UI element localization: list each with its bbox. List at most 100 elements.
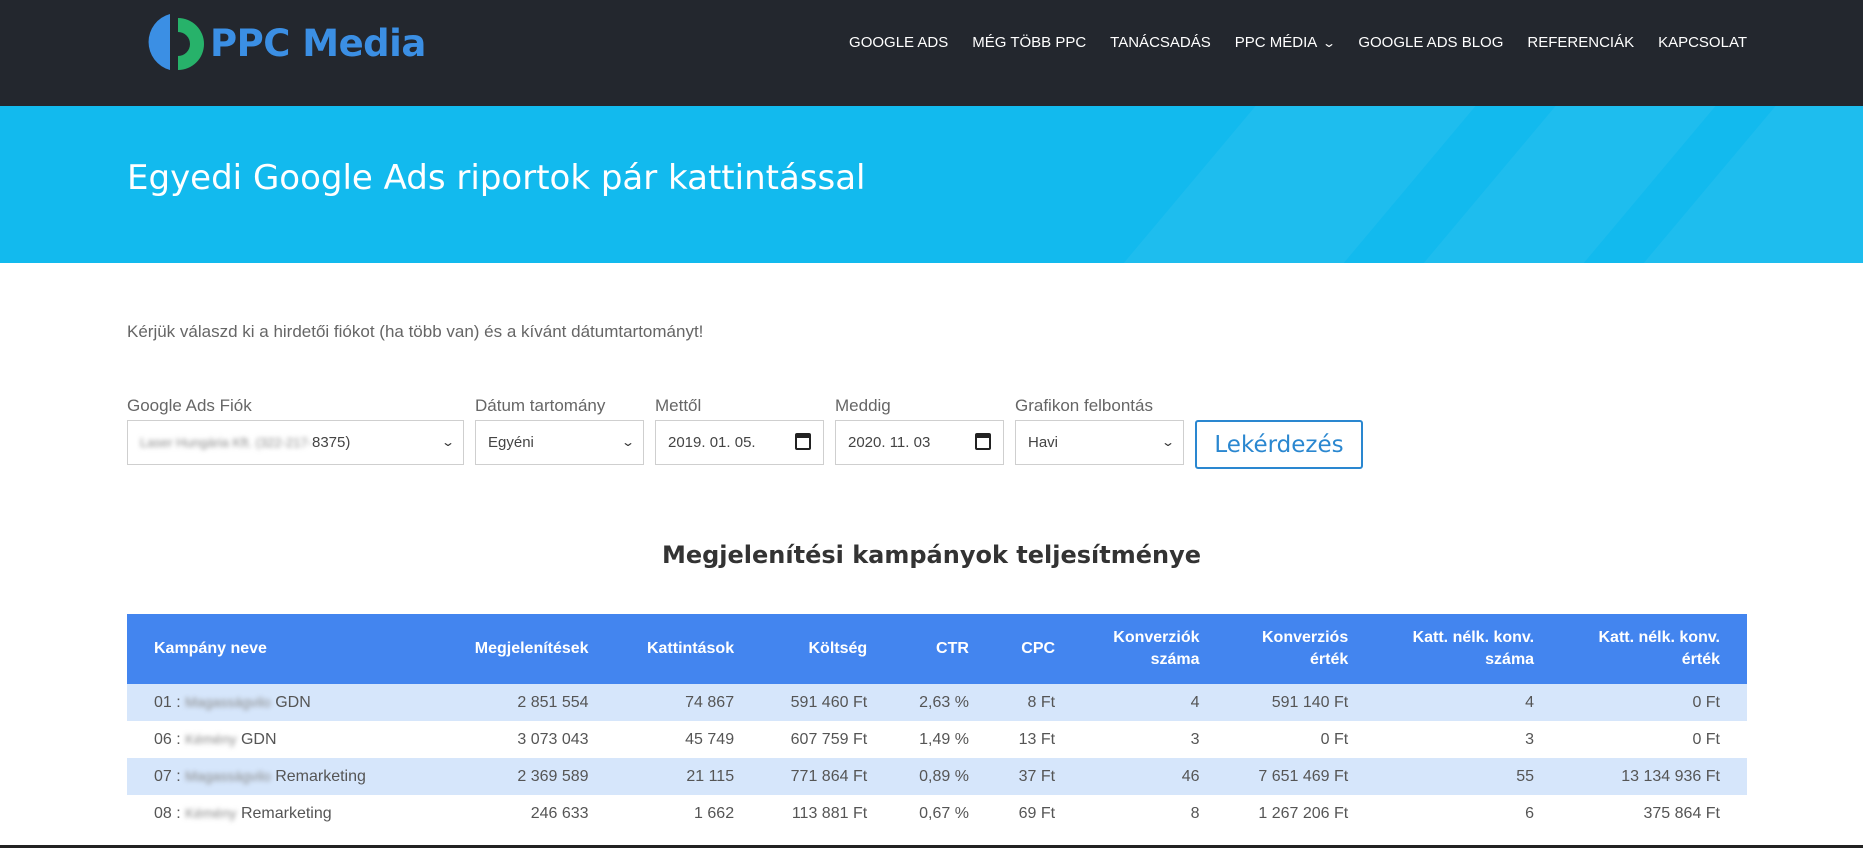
to-date-field: Meddig 2020. 11. 03 [835, 396, 1004, 465]
column-header-line2: érték [1309, 651, 1349, 668]
table-row: 06 : Kémény GDN 3 073 043 45 749 607 759 Ft… [127, 721, 1747, 758]
table-cell: 55 [1516, 767, 1535, 785]
calendar-icon[interactable] [975, 433, 991, 450]
campaign-table: Kampány neve Megjelenítések Kattintások Köl… [127, 614, 1747, 832]
range-value: Egyéni [488, 434, 534, 451]
table-cell: 0 Ft [1692, 730, 1720, 748]
table-cell: 3 [1190, 730, 1200, 748]
campaign-name-cell: 06 : Kémény GDN [127, 721, 439, 758]
campaign-name-suffix: GDN [270, 693, 311, 711]
table-cell: 3 [1525, 730, 1535, 748]
campaign-name-suffix: Remarketing [236, 804, 332, 822]
table-cell: 8 Ft [1027, 693, 1056, 711]
resolution-select[interactable]: Havi ⌄ [1015, 420, 1184, 465]
table-cell: 0,89 % [919, 767, 969, 785]
resolution-field: Grafikon felbontás Havi ⌄ [1015, 396, 1184, 465]
resolution-value: Havi [1028, 434, 1059, 451]
table-row: 08 : Kémény Remarketing 246 633 1 662 113 8… [127, 795, 1747, 832]
column-header-line1: CPC [1021, 640, 1056, 657]
column-header: Konverziós érték [1227, 614, 1376, 684]
campaign-name-prefix: 06 : [154, 730, 186, 748]
column-header-line2: érték [1681, 651, 1720, 668]
calendar-icon[interactable] [795, 433, 811, 450]
nav-item-label: REFERENCIÁK [1527, 34, 1635, 51]
to-date-label: Meddig [835, 396, 891, 415]
table-cell: 69 Ft [1018, 804, 1056, 822]
table-cell: 8 [1190, 804, 1200, 822]
table-cell: 2 369 589 [517, 767, 589, 785]
table-cell: 591 140 Ft [1271, 693, 1349, 711]
nav-item-label: MÉG TÖBB PPC [972, 34, 1087, 51]
campaign-name-suffix: GDN [236, 730, 277, 748]
column-header: Kattintások [616, 614, 762, 684]
chevron-down-icon: ⌄ [1322, 35, 1337, 50]
nav-item-1[interactable]: MÉG TÖBB PPC [972, 34, 1086, 51]
nav-item-2[interactable]: TANÁCSADÁS [1110, 34, 1211, 51]
account-value-blurred: Laser Hungária Kft. (322-217- [140, 435, 312, 450]
table-cell: 46 [1181, 767, 1200, 785]
from-date-value: 2019. 01. 05. [668, 434, 756, 451]
column-header-line1: Kattintások [646, 640, 735, 657]
nav-item-4[interactable]: GOOGLE ADS BLOG [1358, 34, 1503, 51]
account-label: Google Ads Fiók [127, 396, 252, 415]
column-header-line1: Megjelenítések [474, 640, 589, 657]
range-select[interactable]: Egyéni ⌄ [475, 420, 644, 465]
nav-item-5[interactable]: REFERENCIÁK [1527, 34, 1634, 51]
chevron-down-icon: ⌄ [1160, 435, 1176, 449]
to-date-input[interactable]: 2020. 11. 03 [835, 420, 1004, 465]
logo-text: PPC Media [210, 21, 426, 65]
table-cell: 1 267 206 Ft [1258, 804, 1349, 822]
table-cell: 37 Ft [1018, 767, 1056, 785]
nav-item-6[interactable]: KAPCSOLAT [1658, 34, 1747, 51]
table-cell: 0 Ft [1692, 693, 1720, 711]
campaign-name-prefix: 07 : [154, 767, 186, 785]
table-cell: 591 460 Ft [790, 693, 868, 711]
ppc-media-logo-icon [148, 14, 204, 70]
column-header-line1: CTR [936, 640, 969, 657]
table-cell: 13 134 936 Ft [1621, 767, 1720, 785]
table-cell: 607 759 Ft [790, 730, 868, 748]
chevron-down-icon: ⌄ [440, 435, 456, 449]
nav-item-label: KAPCSOLAT [1658, 34, 1747, 51]
nav-item-label: GOOGLE ADS [849, 34, 949, 51]
from-date-label: Mettől [655, 396, 702, 415]
main-nav: GOOGLE ADS MÉG TÖBB PPC TANÁCSADÁS PPC MÉDI… [825, 34, 1747, 51]
table-cell: 13 Ft [1018, 730, 1056, 748]
table-cell: 3 073 043 [517, 730, 589, 748]
query-button[interactable]: Lekérdezés [1195, 420, 1363, 469]
resolution-label: Grafikon felbontás [1015, 396, 1153, 415]
campaign-name-suffix: Remarketing [270, 767, 366, 785]
nav-item-label: TANÁCSADÁS [1110, 34, 1211, 51]
table-cell: 6 [1525, 804, 1535, 822]
table-cell: 1,49 % [919, 730, 969, 748]
campaign-name-blurred: Kémény [185, 730, 237, 747]
table-cell: 246 633 [530, 804, 589, 822]
hero-banner: Egyedi Google Ads riportok pár kattintás… [0, 106, 1863, 263]
table-cell: 2 851 554 [517, 693, 589, 711]
column-header-line1: Konverziós [1261, 629, 1349, 646]
table-header-row: Kampány neve Megjelenítések Kattintások Köl… [127, 614, 1747, 684]
table-cell: 4 [1190, 693, 1200, 711]
table-cell: 21 115 [686, 767, 735, 785]
column-header-line1: Katt. nélk. konv. [1598, 629, 1720, 646]
intro-text: Kérjük válaszd ki a hirdetői fiókot (ha … [127, 322, 704, 341]
table-cell: 0 Ft [1320, 730, 1349, 748]
site-logo[interactable]: PPC Media [144, 12, 426, 74]
table-cell: 771 864 Ft [790, 767, 868, 785]
account-value: 8375) [311, 434, 351, 451]
nav-item-3[interactable]: PPC MÉDIA ⌄ [1235, 34, 1337, 51]
column-header: Kampány neve [127, 614, 439, 684]
nav-item-0[interactable]: GOOGLE ADS [849, 34, 948, 51]
top-navigation-bar: PPC Media GOOGLE ADS MÉG TÖBB PPC TANÁCSAD… [0, 0, 1863, 106]
from-date-input[interactable]: 2019. 01. 05. [655, 420, 824, 465]
column-header-line1: Kampány neve [154, 640, 267, 657]
table-cell: 1 662 [694, 804, 735, 822]
range-field: Dátum tartomány Egyéni ⌄ [475, 396, 644, 465]
column-header-line1: Konverziók [1113, 629, 1200, 646]
range-label: Dátum tartomány [475, 396, 606, 415]
table-cell: 45 749 [685, 730, 735, 748]
column-header: Katt. nélk. konv. száma [1375, 614, 1561, 684]
account-select[interactable]: Laser Hungária Kft. (322-217- 8375) ⌄ [127, 420, 464, 465]
table-cell: 113 881 Ft [791, 804, 868, 822]
column-header-line1: Költség [808, 640, 868, 657]
